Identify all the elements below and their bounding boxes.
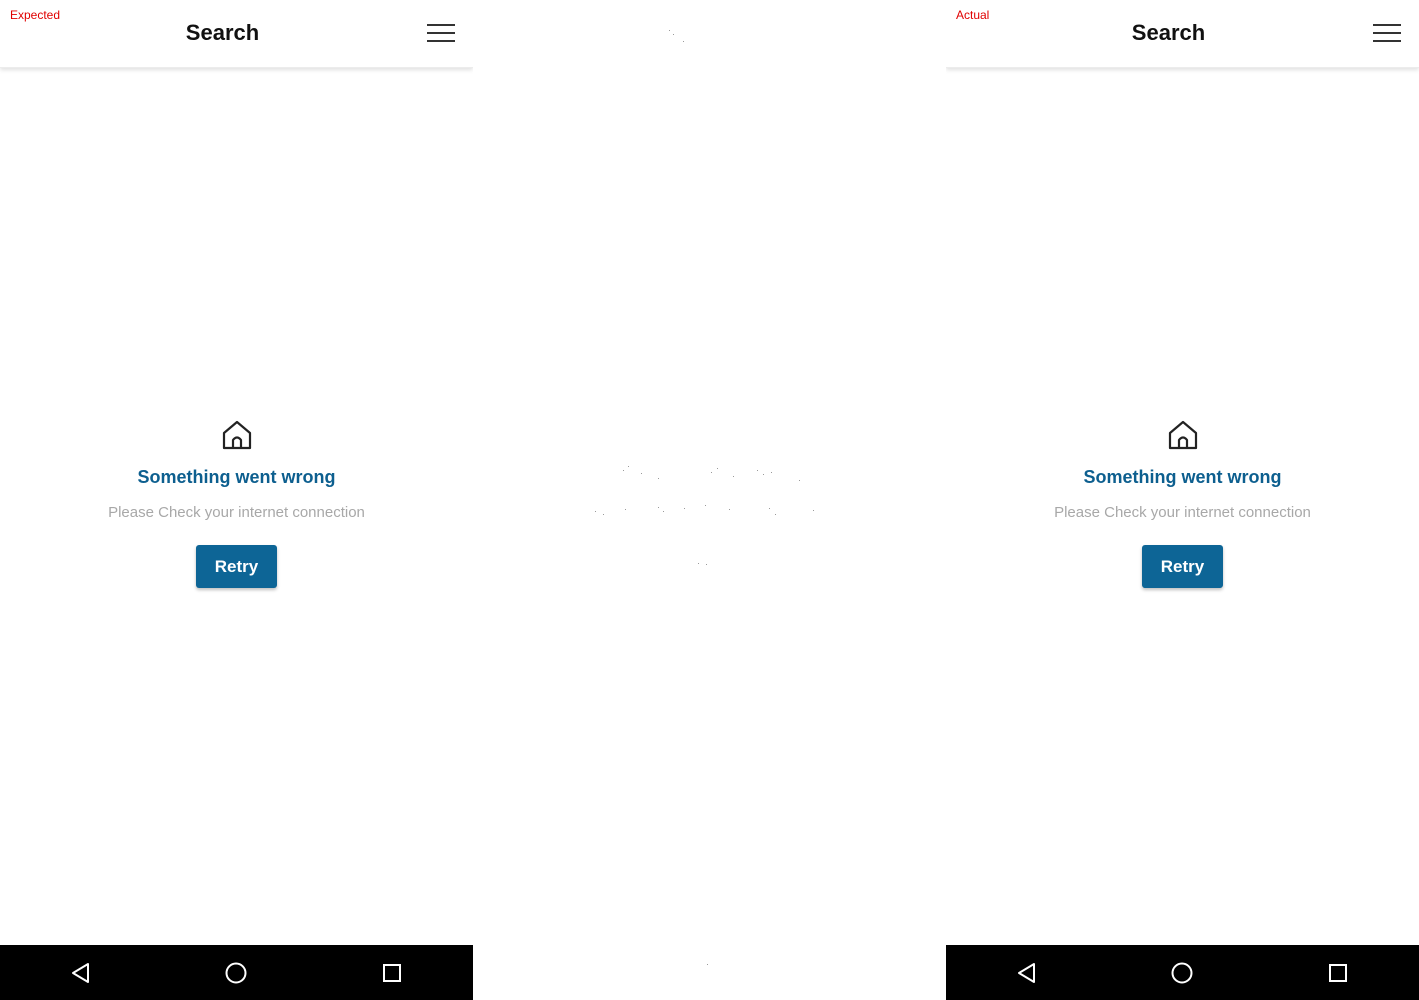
expected-label: Expected [10,8,61,22]
back-icon[interactable] [67,959,95,987]
actual-panel: Search Actual Something went wrong Pleas… [946,0,1419,1000]
error-state: Something went wrong Please Check your i… [0,418,473,588]
error-message: Please Check your internet connection [108,504,365,521]
back-icon[interactable] [1013,959,1041,987]
page-title: Search [185,20,260,45]
retry-button[interactable]: Retry [1142,545,1223,588]
home-icon [1168,420,1197,450]
recents-icon[interactable] [1324,959,1352,987]
page-title: Search [1131,20,1206,45]
app-bar: Search [0,0,473,68]
error-title: Something went wrong [1083,467,1282,487]
system-nav-bar [0,945,473,1000]
error-message: Please Check your internet connection [1054,504,1311,521]
home-circle-icon[interactable] [1168,959,1196,987]
error-state: Something went wrong Please Check your i… [946,418,1419,588]
actual-label: Actual [956,8,990,22]
expected-panel: Search Expected Something went wrong Ple… [0,0,473,1000]
hamburger-menu-icon[interactable] [424,20,458,48]
home-circle-icon[interactable] [222,959,250,987]
recents-icon[interactable] [378,959,406,987]
hamburger-menu-icon[interactable] [1370,20,1404,48]
system-nav-bar [946,945,1419,1000]
diff-panel [473,0,946,1000]
retry-button[interactable]: Retry [196,545,277,588]
app-bar: Search [946,0,1419,68]
error-title: Something went wrong [137,467,336,487]
home-icon [222,420,251,450]
